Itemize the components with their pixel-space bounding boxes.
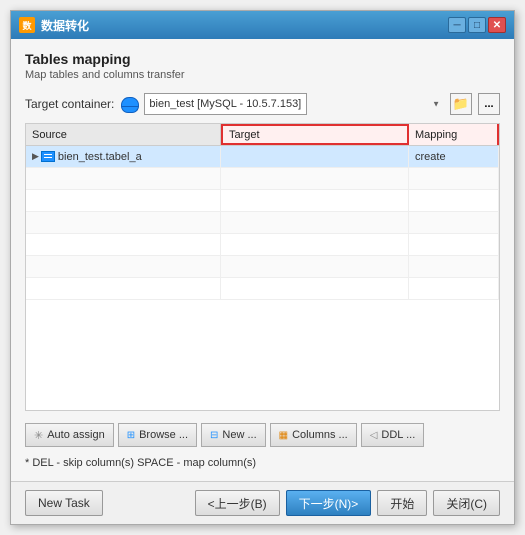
cell-mapping: create [409, 146, 499, 167]
auto-assign-icon: ✳ [34, 429, 43, 442]
dots-button[interactable]: ... [478, 93, 500, 115]
table-row [26, 278, 499, 300]
page-title: Tables mapping [25, 51, 500, 67]
columns-button[interactable]: ▦ Columns ... [270, 423, 357, 447]
bottom-left: New Task [25, 490, 103, 516]
main-window: 数 数据转化 ─ □ ✕ Tables mapping Map tables a… [10, 10, 515, 525]
title-bar-controls: ─ □ ✕ [448, 17, 506, 33]
table-row[interactable]: ▶ bien_test.tabel_a create [26, 146, 499, 168]
ddl-button[interactable]: ◁ DDL ... [361, 423, 425, 447]
folder-button[interactable]: 📁 [450, 93, 472, 115]
table-body: ▶ bien_test.tabel_a create [26, 146, 499, 410]
title-bar: 数 数据转化 ─ □ ✕ [11, 11, 514, 39]
ddl-icon: ◁ [370, 430, 378, 441]
cell-source: ▶ bien_test.tabel_a [26, 146, 221, 167]
col-source: Source [26, 124, 221, 145]
columns-icon: ▦ [279, 430, 288, 441]
app-icon: 数 [19, 17, 35, 33]
page-subtitle: Map tables and columns transfer [25, 69, 500, 81]
table-header: Source Target Mapping [26, 124, 499, 146]
bottom-right: <上一步(B) 下一步(N)> 开始 关闭(C) [195, 490, 500, 516]
target-select[interactable]: bien_test [MySQL - 10.5.7.153] [144, 93, 307, 115]
target-select-wrapper: bien_test [MySQL - 10.5.7.153] [144, 93, 444, 115]
action-buttons: ✳ Auto assign ⊞ Browse ... ⊟ New ... ▦ C… [25, 423, 500, 447]
table-row [26, 190, 499, 212]
table-row [26, 256, 499, 278]
target-label: Target container: [25, 97, 114, 111]
start-button[interactable]: 开始 [377, 490, 427, 516]
target-container-row: Target container: bien_test [MySQL - 10.… [25, 93, 500, 115]
db-icon [120, 97, 138, 111]
cell-target [221, 146, 409, 167]
window-title: 数据转化 [41, 17, 89, 34]
auto-assign-button[interactable]: ✳ Auto assign [25, 423, 114, 447]
browse-icon: ⊞ [127, 430, 135, 441]
new-icon: ⊟ [210, 430, 218, 441]
maximize-button[interactable]: □ [468, 17, 486, 33]
close-button[interactable]: ✕ [488, 17, 506, 33]
col-mapping: Mapping [409, 124, 499, 145]
hint-text: * DEL - skip column(s) SPACE - map colum… [25, 457, 500, 469]
col-target: Target [221, 124, 409, 145]
new-button[interactable]: ⊟ New ... [201, 423, 266, 447]
table-row [26, 212, 499, 234]
bottom-bar: New Task <上一步(B) 下一步(N)> 开始 关闭(C) [11, 481, 514, 524]
table-icon [41, 151, 55, 162]
content-area: Tables mapping Map tables and columns tr… [11, 39, 514, 481]
new-task-button[interactable]: New Task [25, 490, 103, 516]
title-bar-left: 数 数据转化 [19, 17, 89, 34]
minimize-button[interactable]: ─ [448, 17, 466, 33]
browse-button[interactable]: ⊞ Browse ... [118, 423, 197, 447]
table-row [26, 234, 499, 256]
section-header: Tables mapping Map tables and columns tr… [25, 51, 500, 81]
back-button[interactable]: <上一步(B) [195, 490, 280, 516]
close-dialog-button[interactable]: 关闭(C) [433, 490, 500, 516]
mapping-table: Source Target Mapping ▶ bien_test.tabel_… [25, 123, 500, 411]
next-button[interactable]: 下一步(N)> [286, 490, 372, 516]
table-row [26, 168, 499, 190]
expand-icon: ▶ [32, 151, 39, 162]
